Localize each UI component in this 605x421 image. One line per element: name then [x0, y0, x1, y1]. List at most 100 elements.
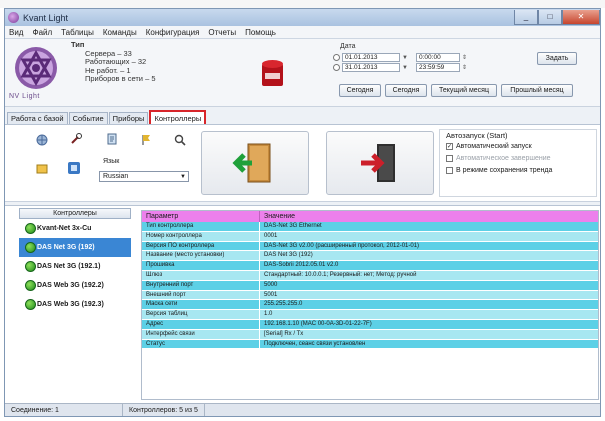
autostart-title: Автозапуск (Start)	[446, 131, 508, 140]
row-name: Статус	[142, 339, 260, 349]
table-row[interactable]: Адрес 192.168.1.10 (MAC 00-0A-3D-01-22-7F…	[142, 319, 598, 330]
language-label: Язык	[103, 158, 120, 165]
list-header[interactable]: Контроллеры	[19, 208, 131, 219]
list-item[interactable]: DAS Net 3G (192.1)	[19, 257, 131, 276]
table-row[interactable]: Статус Подключен, сеанс связи установлен	[142, 339, 598, 350]
date-range-panel: Дата 01.01.2013 ▼ 0:00:00 ⇕ 31.01.2013 ▼…	[315, 43, 599, 103]
door-exit-icon	[361, 144, 395, 182]
connect-button[interactable]	[201, 131, 309, 195]
properties-table: Параметр Значение Тип контроллера DAS-Net…	[141, 210, 599, 400]
disconnect-button[interactable]	[326, 131, 434, 195]
date-to-radio[interactable]	[333, 64, 340, 71]
counts-devices: Приборов в сети – 5	[85, 74, 156, 83]
date-from-dropdown-icon[interactable]: ▼	[402, 55, 414, 61]
table-row[interactable]: Прошивка DAS-Sobrii 2012.05.01 v2.0	[142, 261, 598, 271]
table-row[interactable]: Интерфейс связи [Serial] Rx / Tx	[142, 329, 598, 340]
app-logo	[15, 47, 57, 89]
list-item[interactable]: DAS Net 3G (192)	[19, 238, 131, 257]
menu-help[interactable]: Помощь	[245, 28, 276, 37]
row-name: Маска сети	[142, 300, 260, 310]
list-item-label: DAS Net 3G (192.1)	[37, 263, 101, 270]
row-value: 5000	[264, 281, 278, 288]
database-icon[interactable]	[260, 59, 285, 89]
menu-reports[interactable]: Отчеты	[208, 28, 236, 37]
row-value: 255.255.255.0	[264, 301, 303, 308]
list-item[interactable]: DAS Web 3G (192.2)	[19, 276, 131, 295]
row-value: DAS-Sobrii 2012.05.01 v2.0	[264, 262, 339, 269]
flag-icon[interactable]	[139, 133, 152, 146]
server-counts: Тип Сервера – 33 Работающих – 32 Не рабо…	[71, 40, 156, 84]
list-item[interactable]: DAS Web 3G (192.3)	[19, 295, 131, 314]
language-select[interactable]: Russian ▼	[99, 171, 189, 182]
monitor-icon[interactable]	[67, 161, 80, 174]
list-item-label: DAS Web 3G (192.3)	[37, 301, 104, 308]
table-row[interactable]: Шлюз Стандартный: 10.0.0.1; Резервный: не…	[142, 270, 598, 281]
maximize-button[interactable]: □	[538, 9, 562, 25]
current-month-button[interactable]: Текущий месяц	[431, 84, 497, 97]
table-row[interactable]: Номер контроллера 0001	[142, 231, 598, 242]
table-row[interactable]: Название (место установки) DAS Net 3G (19…	[142, 251, 598, 262]
time-to-field[interactable]: 23:59:59	[416, 63, 460, 72]
list-item-label: DAS Net 3G (192)	[37, 244, 95, 251]
row-name: Интерфейс связи	[142, 329, 260, 339]
row-value: 0001	[264, 232, 278, 239]
date-from-field[interactable]: 01.01.2013	[342, 53, 400, 62]
trend-save-checkbox[interactable]	[446, 167, 453, 174]
row-value: 192.168.1.10 (MAC 00-0A-3D-01-22-7F)	[264, 320, 372, 327]
menu-commands[interactable]: Команды	[103, 28, 137, 37]
row-name: Номер контроллера	[142, 231, 260, 241]
column-header-value[interactable]: Значение	[260, 211, 598, 222]
tab-events[interactable]: Событие	[68, 112, 108, 124]
folder-icon[interactable]	[35, 161, 48, 174]
tab-bar: Работа с базой Событие Приборы Контролле…	[7, 110, 207, 124]
date-to-dropdown-icon[interactable]: ▼	[402, 65, 414, 71]
row-name: Тип контроллера	[142, 222, 260, 231]
row-value: [Serial] Rx / Tx	[264, 330, 304, 337]
time-from-field[interactable]: 0:00:00	[416, 53, 460, 62]
minimize-button[interactable]: _	[514, 9, 538, 25]
row-name: Название (место установки)	[142, 251, 260, 261]
date-from-radio[interactable]	[333, 54, 340, 61]
close-button[interactable]: ✕	[562, 9, 600, 25]
auto-finish-checkbox[interactable]	[446, 155, 453, 162]
network-icon[interactable]	[35, 133, 48, 146]
tab-controllers[interactable]: Контроллеры	[149, 110, 207, 124]
tab-database[interactable]: Работа с базой	[7, 112, 68, 124]
set-date-button[interactable]: Задать	[537, 52, 577, 65]
document-icon[interactable]	[105, 132, 118, 145]
search-icon[interactable]	[173, 133, 186, 146]
date-to-field[interactable]: 31.01.2013	[342, 63, 400, 72]
table-row[interactable]: Версия ПО контроллера DAS-Net 3G v2.00 (р…	[142, 241, 598, 252]
previous-month-button[interactable]: Прошлый месяц	[501, 84, 573, 97]
row-value: DAS-Net 3G v2.00 (расширенный протокол, …	[264, 242, 420, 249]
menu-config[interactable]: Конфигурация	[146, 28, 200, 37]
auto-launch-checkbox[interactable]: ✓	[446, 143, 453, 150]
main-content: Контроллеры Kvant-Net 3x-Cu DAS Net 3G (…	[5, 205, 600, 403]
row-value: 1.0	[264, 311, 273, 318]
logo-caption: NV Light	[9, 93, 40, 100]
list-item[interactable]: Kvant-Net 3x-Cu	[19, 219, 131, 238]
status-bar: Соединение: 1 Контроллеров: 5 из 5	[5, 403, 600, 416]
tab-devices[interactable]: Приборы	[108, 112, 149, 124]
table-row[interactable]: Внутренний порт 5000	[142, 280, 598, 291]
column-header-name[interactable]: Параметр	[142, 211, 260, 222]
window-title: Kvant Light	[23, 12, 69, 23]
table-row[interactable]: Маска сети 255.255.255.0	[142, 300, 598, 311]
menu-file[interactable]: Файл	[32, 28, 52, 37]
table-row[interactable]: Внешний порт 5001	[142, 290, 598, 301]
date-preset-button-1[interactable]: Сегодня	[339, 84, 381, 97]
controllers-list: Контроллеры Kvant-Net 3x-Cu DAS Net 3G (…	[19, 208, 131, 402]
menu-tables[interactable]: Таблицы	[61, 28, 94, 37]
title-bar[interactable]: Kvant Light _ □ ✕	[5, 9, 600, 26]
row-name: Внешний порт	[142, 290, 260, 300]
wrench-icon[interactable]	[69, 132, 82, 145]
menu-view[interactable]: Вид	[9, 28, 23, 37]
time-to-spin-icon[interactable]: ⇕	[462, 64, 474, 71]
table-row[interactable]: Версия таблиц 1.0	[142, 310, 598, 320]
table-row[interactable]: Тип контроллера DAS-Net 3G Ethernet	[142, 222, 598, 232]
time-from-spin-icon[interactable]: ⇕	[462, 54, 474, 61]
today-button[interactable]: Сегодня	[385, 84, 427, 97]
row-value: DAS Net 3G (192)	[264, 252, 313, 259]
row-value: DAS-Net 3G Ethernet	[264, 223, 322, 229]
auto-launch-label: Автоматический запуск	[456, 143, 532, 150]
